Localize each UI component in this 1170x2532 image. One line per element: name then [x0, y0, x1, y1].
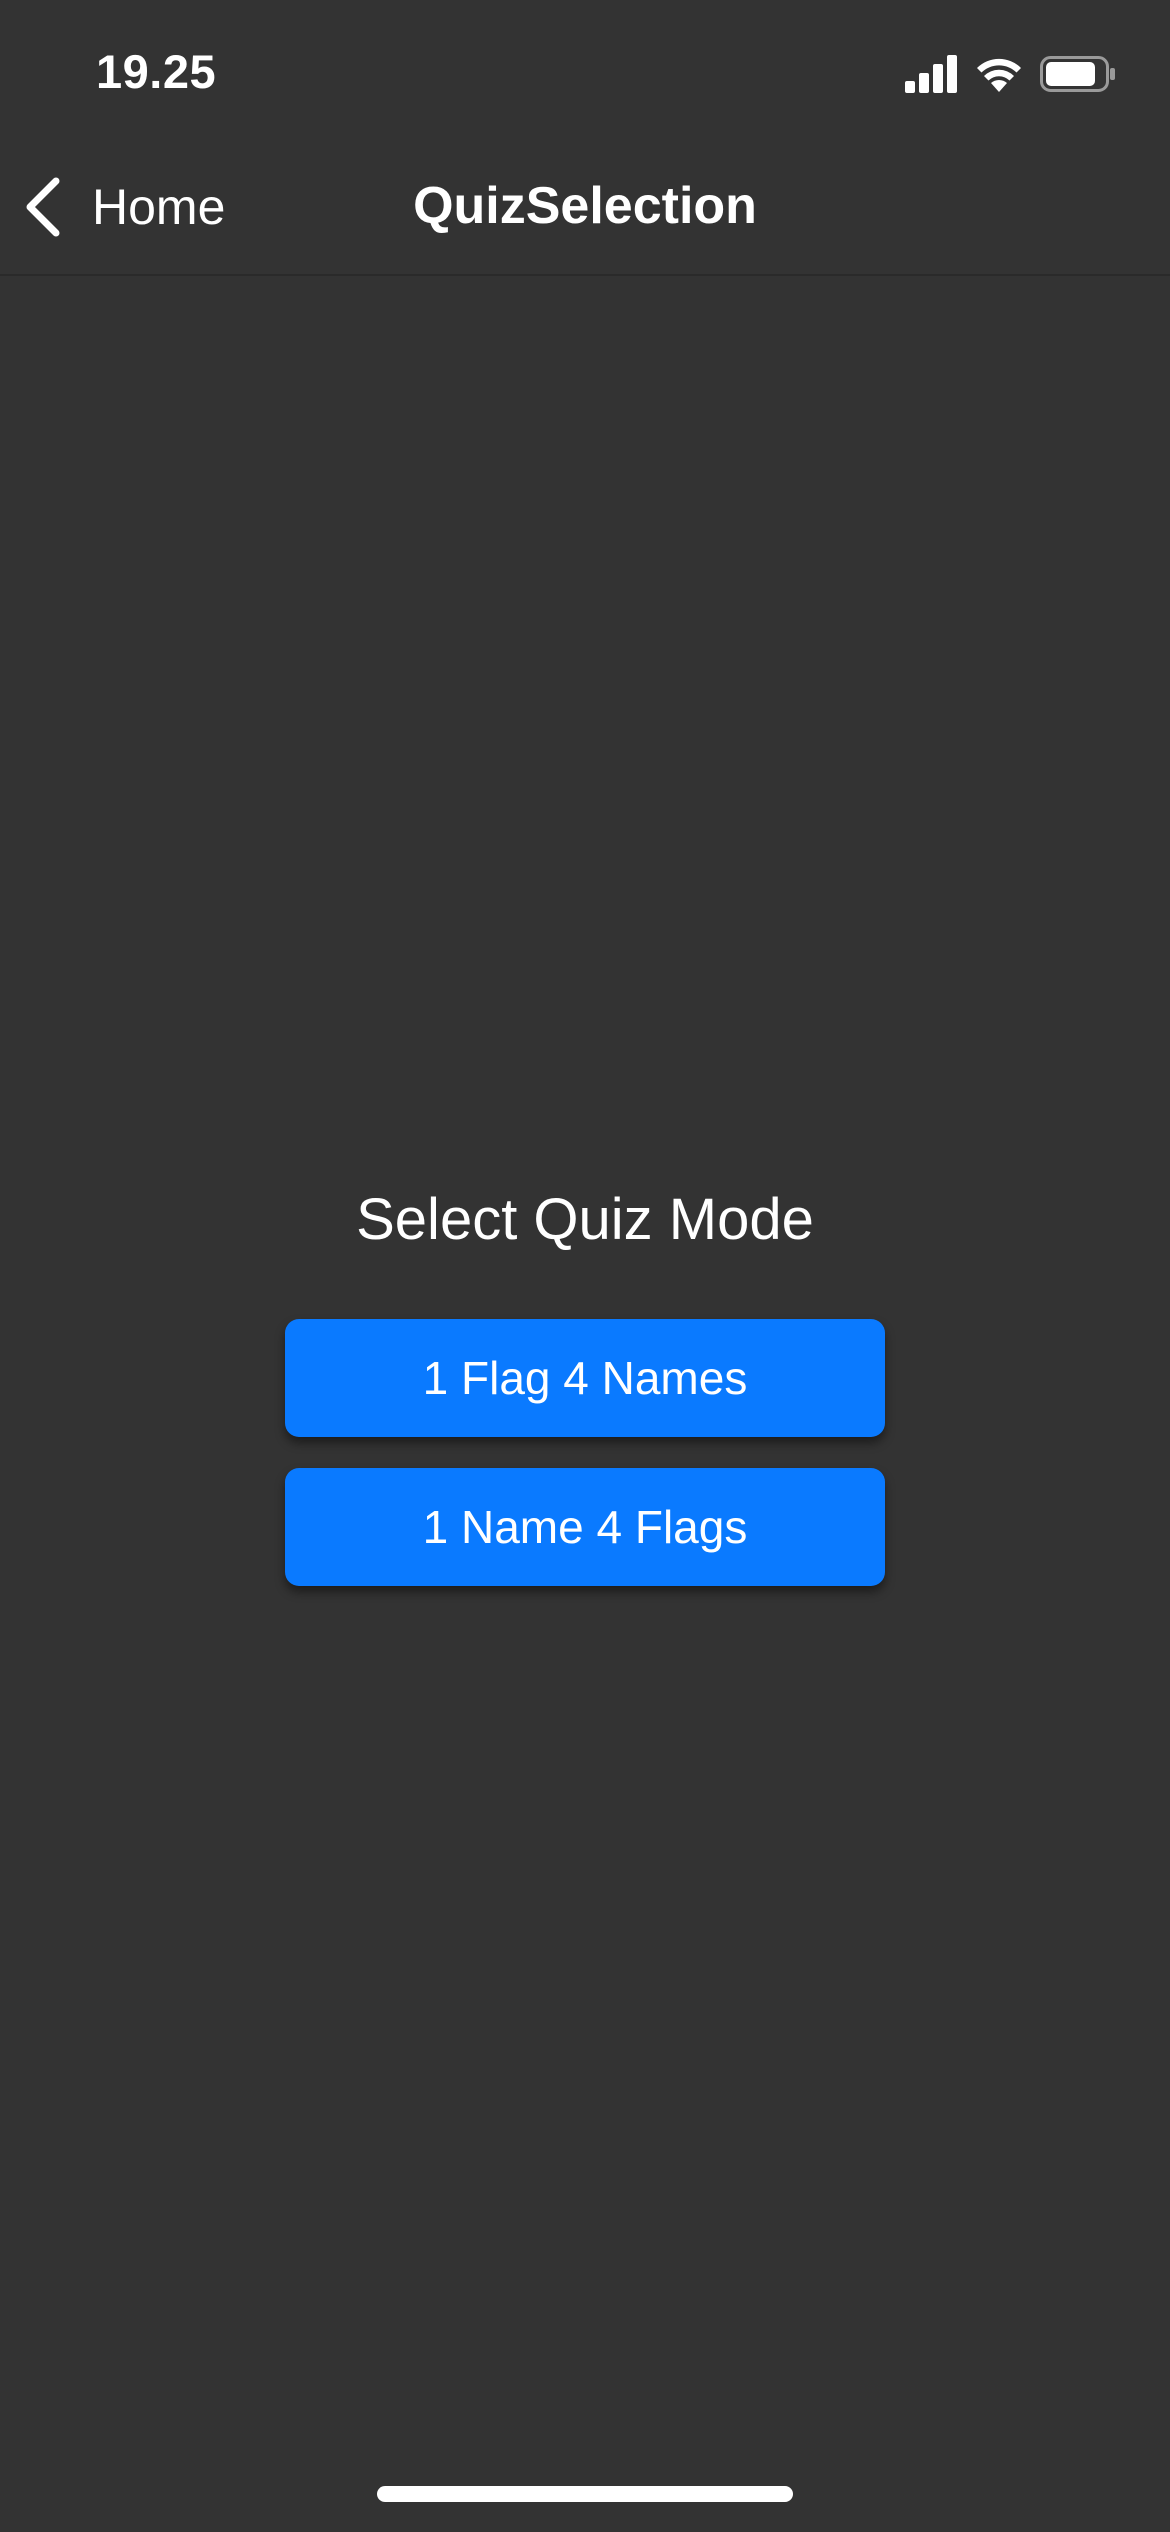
battery-icon — [1040, 56, 1115, 92]
quiz-mode-heading: Select Quiz Mode — [356, 1187, 814, 1252]
navigation-bar: Home QuizSelection — [0, 140, 1170, 276]
flag-to-names-button[interactable]: 1 Flag 4 Names — [285, 1319, 885, 1437]
status-bar: 19.25 — [0, 0, 1170, 140]
home-indicator[interactable] — [377, 2486, 793, 2502]
name-to-flags-button[interactable]: 1 Name 4 Flags — [285, 1468, 885, 1586]
main-content: Select Quiz Mode 1 Flag 4 Names 1 Name 4… — [0, 274, 1170, 2532]
page-title: QuizSelection — [413, 177, 757, 235]
signal-icon — [905, 55, 957, 93]
status-time: 19.25 — [96, 45, 217, 98]
wifi-icon — [977, 58, 1021, 92]
